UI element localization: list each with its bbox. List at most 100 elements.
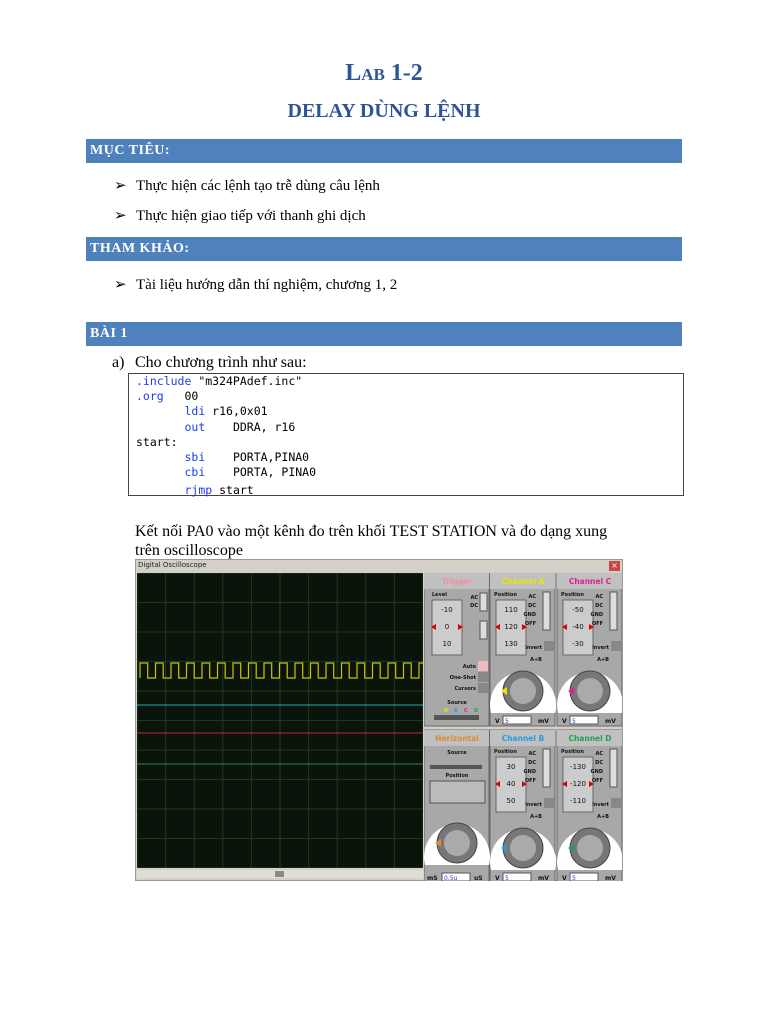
panel-label: B (454, 708, 458, 714)
cursors-button[interactable] (478, 683, 488, 693)
panel-label: GND (524, 612, 536, 618)
panel-label: 5 (505, 875, 509, 881)
panel-label: Position (494, 592, 517, 598)
document-page: Lab 1-2 DELAY DÙNG LỆNH MỤC TIÊU: ➢ Thực … (0, 0, 768, 1024)
horizontal-scrollbar[interactable] (137, 870, 423, 878)
position-wheel[interactable] (429, 780, 486, 804)
panel-label: Invert (592, 802, 610, 808)
panel-label: -30 (572, 640, 583, 648)
panel-label: 130 (504, 640, 517, 648)
section-heading-objectives: MỤC TIÊU: (86, 139, 682, 163)
panel-label: AC (528, 751, 536, 757)
invert-button[interactable] (611, 798, 621, 808)
panel-label: -10 (441, 606, 452, 614)
scope-display (137, 573, 423, 868)
one_shot-button[interactable] (478, 672, 488, 682)
panel-label: 5 (572, 718, 576, 725)
code-line: ldi r16,0x01 (184, 404, 268, 419)
coupling-slider[interactable] (609, 748, 618, 788)
panel-label: 50 (507, 797, 516, 805)
panel-label: OFF (592, 778, 603, 784)
close-icon[interactable]: × (609, 561, 620, 571)
panel-label: mV (605, 718, 616, 725)
window-title: Digital Oscilloscope (138, 561, 207, 569)
arrow-bullet-icon: ➢ (114, 178, 127, 194)
panel-label: AC (528, 594, 536, 600)
panel-label: Position (561, 592, 584, 598)
invert-button[interactable] (544, 798, 554, 808)
panel-label: D (474, 708, 478, 714)
panel-label: 120 (504, 623, 517, 631)
panel-label: -130 (570, 763, 586, 771)
panel-label: A+B (530, 657, 542, 663)
invert-button[interactable] (611, 641, 621, 651)
volts-knob-cap (577, 678, 603, 704)
panel-label: mV (605, 875, 616, 881)
panel-label: DC (528, 603, 536, 609)
code-line: .org 00 (136, 389, 199, 404)
panel-label: DC (595, 760, 603, 766)
arrow-bullet-icon: ➢ (114, 277, 127, 293)
panel-label: Channel C (569, 577, 612, 586)
panel-label: Invert (592, 645, 610, 651)
page-subtitle: DELAY DÙNG LỆNH (287, 100, 481, 122)
oscilloscope-window: Digital Oscilloscope × Channel A Position… (135, 559, 623, 881)
panel-label: 10 (443, 640, 452, 648)
list-item: ➢ Thực hiện giao tiếp với thanh ghi dịch (114, 208, 366, 224)
panel-label: Horizontal (435, 734, 479, 743)
auto-button[interactable] (478, 661, 488, 671)
code-line: out DDRA, r16 (184, 419, 296, 434)
panel-label: -110 (570, 797, 586, 805)
volts-knob-cap (510, 835, 536, 861)
panel-label: Channel B (502, 734, 545, 743)
panel-label: 0.5u (444, 875, 458, 881)
panel-label: uS (474, 875, 483, 881)
source-slider[interactable] (430, 765, 482, 769)
invert-button[interactable] (544, 641, 554, 651)
panel-label: Invert (525, 802, 543, 808)
arrow-bullet-icon: ➢ (114, 208, 127, 224)
control-panel: Channel A Position 110 120 130 AC DC GND OFF Inve… (424, 573, 622, 881)
panel-label: Invert (525, 645, 543, 651)
panel-label: GND (524, 769, 536, 775)
panel-label: V (495, 718, 500, 725)
panel-label: mV (538, 875, 549, 881)
timebase-knob-cap (444, 830, 470, 856)
panel-label: -40 (572, 623, 583, 631)
panel-label: V (495, 875, 500, 881)
source-slider[interactable] (434, 715, 479, 720)
code-line: cbi PORTA, PINA0 (184, 465, 317, 480)
code-line: start: (136, 434, 178, 449)
panel-label: Trigger (442, 577, 472, 586)
page-title: Lab 1-2 (345, 60, 423, 86)
panel-label: A+B (597, 657, 609, 663)
panel-label: -120 (570, 780, 586, 788)
panel-label: A+B (597, 814, 609, 820)
panel-label: A (444, 708, 448, 714)
panel-label: OFF (592, 621, 603, 627)
panel-label: mS (427, 875, 438, 881)
coupling-slider[interactable] (542, 748, 551, 788)
code-block: .include "m324PAdef.inc" .org 00 ldi r16,… (128, 373, 684, 497)
coupling-slider[interactable] (542, 591, 551, 631)
panel-label: -50 (572, 606, 583, 614)
panel-label: Cursors (454, 686, 476, 692)
panel-label: Channel D (568, 734, 611, 743)
panel-label: mV (538, 718, 549, 725)
panel-label: V (562, 718, 567, 725)
coupling-switch[interactable] (479, 592, 488, 612)
edge-switch[interactable] (479, 620, 488, 640)
exercise-marker: a) (112, 354, 125, 371)
coupling-slider[interactable] (609, 591, 618, 631)
panel-label: Level (432, 592, 447, 598)
panel-label: Position (494, 749, 517, 755)
panel-label: A+B (530, 814, 542, 820)
section-heading-exercise-1: BÀI 1 (86, 322, 682, 346)
panel-label: GND (591, 769, 603, 775)
section-heading-references: THAM KHẢO: (86, 237, 682, 261)
panel-label: Source (447, 700, 467, 706)
panel-label: Channel A (502, 577, 545, 586)
panel-label: GND (591, 612, 603, 618)
panel-label: AC (595, 594, 603, 600)
panel-label: 110 (504, 606, 517, 614)
